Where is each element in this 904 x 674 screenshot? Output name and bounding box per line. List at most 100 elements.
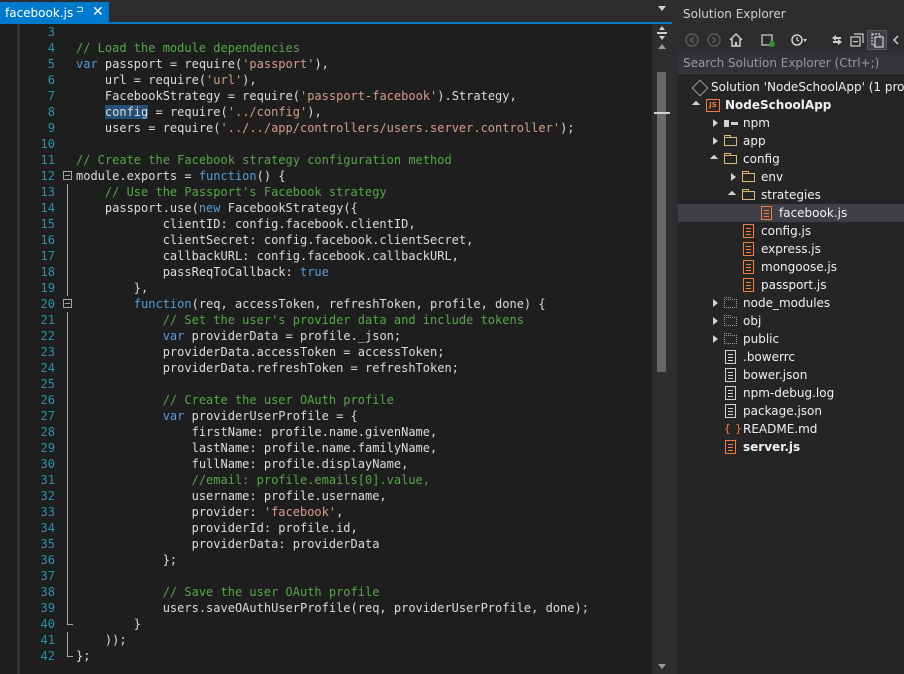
solution-explorer-search[interactable]	[678, 52, 904, 74]
tree-item[interactable]: passport.js	[678, 276, 904, 294]
code-line[interactable]: 35 providerData: providerData	[0, 536, 652, 552]
collapsed-arrow-icon[interactable]	[710, 330, 720, 348]
code-line[interactable]: 27 var providerUserProfile = {	[0, 408, 652, 424]
code-line[interactable]: 23 providerData.accessToken = accessToke…	[0, 344, 652, 360]
collapsed-arrow-icon[interactable]	[728, 168, 738, 186]
expanded-arrow-icon[interactable]	[710, 150, 720, 168]
code-line[interactable]: 33 provider: 'facebook',	[0, 504, 652, 520]
code-line[interactable]: 16 clientSecret: config.facebook.clientS…	[0, 232, 652, 248]
code-line[interactable]: 4 // Load the module dependencies	[0, 40, 652, 56]
code-line[interactable]: 5 var passport = require('passport'),	[0, 56, 652, 72]
code-line[interactable]: 19 },	[0, 280, 652, 296]
collapse-all-icon[interactable]	[848, 31, 866, 49]
scroll-thumb[interactable]	[657, 72, 666, 372]
code-line[interactable]: 24 providerData.refreshToken = refreshTo…	[0, 360, 652, 376]
code-line[interactable]: 32 username: profile.username,	[0, 488, 652, 504]
collapsed-arrow-icon[interactable]	[710, 132, 720, 150]
expanded-arrow-icon[interactable]	[728, 186, 738, 204]
code-token: function	[133, 297, 192, 311]
close-icon[interactable]: ✕	[92, 3, 104, 21]
code-line[interactable]: 31 //email: profile.emails[0].value,	[0, 472, 652, 488]
code-line[interactable]: 12 module.exports = function() {	[0, 168, 652, 184]
chevron-down-icon[interactable]	[658, 6, 666, 11]
tree-item[interactable]: package.json	[678, 402, 904, 420]
collapsed-arrow-icon[interactable]	[710, 114, 720, 132]
code-token: 'passport-facebook'	[299, 89, 438, 103]
code-line[interactable]: 17 callbackURL: config.facebook.callback…	[0, 248, 652, 264]
code-line[interactable]: 8 config = require('../config'),	[0, 104, 652, 120]
code-line[interactable]: 14 passport.use(new FacebookStrategy({	[0, 200, 652, 216]
search-input[interactable]	[678, 52, 904, 73]
code-area[interactable]: 3 4// Load the module dependencies 5 var pa…	[0, 24, 652, 674]
tree-item[interactable]: Solution 'NodeSchoolApp' (1 project)	[678, 78, 904, 96]
code-line[interactable]: 15 clientID: config.facebook.clientID,	[0, 216, 652, 232]
collapse-region-icon[interactable]	[63, 171, 72, 180]
code-line[interactable]: 6 url = require('url'),	[0, 72, 652, 88]
code-line[interactable]: 9 users = require('../../app/controllers…	[0, 120, 652, 136]
tree-item[interactable]: obj	[678, 312, 904, 330]
code-line[interactable]: 34 providerId: profile.id,	[0, 520, 652, 536]
code-line[interactable]: 30 fullName: profile.displayName,	[0, 456, 652, 472]
code-token: //email: profile.emails[0].value,	[76, 473, 431, 487]
code-line[interactable]: 29 lastName: profile.name.familyName,	[0, 440, 652, 456]
show-all-files-icon[interactable]	[867, 30, 887, 50]
tab-facebook-js[interactable]: facebook.js ⊐ ✕	[0, 2, 109, 24]
code-line[interactable]: 20 function(req, accessToken, refreshTok…	[0, 296, 652, 312]
code-line[interactable]: 40 }	[0, 616, 652, 632]
code-line[interactable]: 10	[0, 136, 652, 152]
properties-icon[interactable]	[892, 31, 904, 49]
tree-item[interactable]: mongoose.js	[678, 258, 904, 276]
collapsed-arrow-icon[interactable]	[710, 294, 720, 312]
code-line[interactable]: 28 firstName: profile.name.givenName,	[0, 424, 652, 440]
editor-vertical-scrollbar[interactable]	[652, 24, 672, 674]
code-line[interactable]: 22 var providerData = profile._json;	[0, 328, 652, 344]
code-line[interactable]: 26 // Create the user OAuth profile	[0, 392, 652, 408]
tree-item[interactable]: { } README.md	[678, 420, 904, 438]
outline-guide	[67, 392, 68, 408]
expanded-arrow-icon[interactable]	[692, 96, 702, 114]
code-line[interactable]: 7 FacebookStrategy = require('passport-f…	[0, 88, 652, 104]
code-line[interactable]: 36 };	[0, 552, 652, 568]
tree-item[interactable]: node_modules	[678, 294, 904, 312]
code-line[interactable]: 38 // Save the user OAuth profile	[0, 584, 652, 600]
collapsed-arrow-icon[interactable]	[710, 312, 720, 330]
tree-item[interactable]: server.js	[678, 438, 904, 456]
code-line[interactable]: 11 // Create the Facebook strategy config…	[0, 152, 652, 168]
code-line[interactable]: 37	[0, 568, 652, 584]
scroll-down-arrow-icon[interactable]	[658, 664, 666, 669]
back-arrow-icon[interactable]	[683, 31, 701, 49]
tree-item[interactable]: config.js	[678, 222, 904, 240]
tree-item[interactable]: JS NodeSchoolApp	[678, 96, 904, 114]
tree-item[interactable]: strategies	[678, 186, 904, 204]
code-line[interactable]: 39 users.saveOAuthUserProfile(req, provi…	[0, 600, 652, 616]
code-token: passReqToCallback:	[76, 265, 300, 279]
tree-item[interactable]: .bowerrc	[678, 348, 904, 366]
tree-item[interactable]: express.js	[678, 240, 904, 258]
sync-with-document-icon[interactable]	[759, 31, 777, 49]
code-line[interactable]: 21 // Set the user's provider data and i…	[0, 312, 652, 328]
tree-item[interactable]: bower.json	[678, 366, 904, 384]
scroll-up-arrow-icon[interactable]	[658, 44, 666, 49]
code-token: ));	[76, 633, 127, 647]
tree-item[interactable]: public	[678, 330, 904, 348]
tree-item[interactable]: npm	[678, 114, 904, 132]
pin-icon[interactable]: ⊐	[76, 5, 84, 15]
tree-item[interactable]: npm-debug.log	[678, 384, 904, 402]
tree-item[interactable]: config	[678, 150, 904, 168]
code-line[interactable]: 3	[0, 24, 652, 40]
home-icon[interactable]	[727, 31, 745, 49]
collapse-region-icon[interactable]	[63, 299, 72, 308]
tree-item[interactable]: app	[678, 132, 904, 150]
tree-item[interactable]: facebook.js	[678, 204, 904, 222]
code-line[interactable]: 41 ));	[0, 632, 652, 648]
tree-item[interactable]: env	[678, 168, 904, 186]
forward-arrow-icon[interactable]	[705, 31, 723, 49]
code-line[interactable]: 13 // Use the Passport's Facebook strate…	[0, 184, 652, 200]
pending-changes-filter-icon[interactable]	[789, 31, 807, 49]
code-line[interactable]: 42};	[0, 648, 652, 664]
split-window-icon[interactable]	[656, 26, 668, 40]
code-lines: 3 4// Load the module dependencies 5 var pa…	[0, 24, 652, 664]
code-line[interactable]: 25	[0, 376, 652, 392]
code-line[interactable]: 18 passReqToCallback: true	[0, 264, 652, 280]
refresh-icon[interactable]	[828, 31, 846, 49]
